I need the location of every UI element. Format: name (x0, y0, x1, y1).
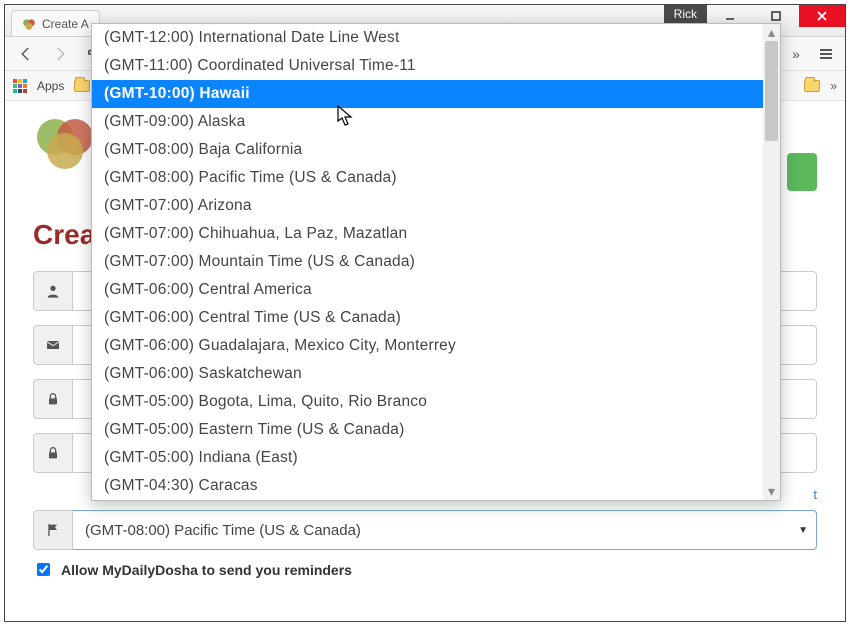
scroll-down-icon[interactable]: ▾ (763, 483, 780, 500)
bookmarks-overflow-icon[interactable]: » (830, 79, 837, 93)
timezone-option[interactable]: (GMT-07:00) Mountain Time (US & Canada) (92, 248, 763, 276)
timezone-selected-value: (GMT-08:00) Pacific Time (US & Canada) (85, 522, 361, 539)
flag-icon (33, 510, 73, 550)
dropdown-scrollbar[interactable]: ▴ ▾ (763, 24, 780, 500)
reminder-checkbox-row: Allow MyDailyDosha to send you reminders (33, 560, 817, 579)
timezone-option[interactable]: (GMT-07:00) Arizona (92, 192, 763, 220)
timezone-option[interactable]: (GMT-06:00) Central America (92, 276, 763, 304)
reminder-checkbox[interactable] (37, 563, 50, 576)
browser-menu-button[interactable] (815, 43, 837, 65)
timezone-option[interactable]: (GMT-06:00) Guadalajara, Mexico City, Mo… (92, 332, 763, 360)
timezone-option[interactable]: (GMT-11:00) Coordinated Universal Time-1… (92, 52, 763, 80)
scroll-up-icon[interactable]: ▴ (763, 24, 780, 41)
browser-tab[interactable]: Create A (11, 10, 100, 36)
person-icon (33, 271, 73, 311)
timezone-field-row: (GMT-08:00) Pacific Time (US & Canada) ▼ (33, 510, 817, 550)
user-badge[interactable]: Rick (664, 5, 707, 25)
timezone-option[interactable]: (GMT-06:00) Central Time (US & Canada) (92, 304, 763, 332)
lock-icon (33, 379, 73, 419)
lock-icon (33, 433, 73, 473)
browser-window: Create A Rick A » (4, 4, 846, 622)
forward-button[interactable] (47, 41, 73, 67)
bookmark-folder-icon[interactable] (804, 80, 820, 92)
timezone-option[interactable]: (GMT-05:00) Indiana (East) (92, 444, 763, 472)
scroll-track[interactable] (763, 41, 780, 483)
timezone-option[interactable]: (GMT-07:00) Chihuahua, La Paz, Mazatlan (92, 220, 763, 248)
timezone-select[interactable]: (GMT-08:00) Pacific Time (US & Canada) ▼ (73, 510, 817, 550)
timezone-dropdown[interactable]: (GMT-12:00) International Date Line West… (91, 23, 781, 501)
apps-icon[interactable] (13, 79, 27, 93)
timezone-option[interactable]: (GMT-05:00) Bogota, Lima, Quito, Rio Bra… (92, 388, 763, 416)
extensions-overflow-icon[interactable]: » (785, 43, 807, 65)
timezone-option[interactable]: (GMT-04:30) Caracas (92, 472, 763, 500)
close-button[interactable] (799, 5, 845, 27)
scroll-thumb[interactable] (765, 41, 778, 141)
envelope-icon (33, 325, 73, 365)
timezone-option[interactable]: (GMT-06:00) Saskatchewan (92, 360, 763, 388)
tab-title: Create A (42, 17, 89, 31)
favicon-icon (22, 17, 36, 31)
timezone-option[interactable]: (GMT-08:00) Baja California (92, 136, 763, 164)
back-button[interactable] (13, 41, 39, 67)
bookmark-folder-icon[interactable] (74, 80, 90, 92)
primary-action-button[interactable] (787, 153, 817, 191)
reminder-label: Allow MyDailyDosha to send you reminders (61, 562, 352, 578)
apps-label[interactable]: Apps (37, 79, 64, 93)
timezone-option[interactable]: (GMT-08:00) Pacific Time (US & Canada) (92, 164, 763, 192)
timezone-option[interactable]: (GMT-05:00) Eastern Time (US & Canada) (92, 416, 763, 444)
timezone-option[interactable]: (GMT-09:00) Alaska (92, 108, 763, 136)
timezone-option[interactable]: (GMT-10:00) Hawaii (92, 80, 763, 108)
timezone-option-list: (GMT-12:00) International Date Line West… (92, 24, 763, 500)
site-logo-icon (33, 109, 97, 173)
timezone-option[interactable]: (GMT-12:00) International Date Line West (92, 24, 763, 52)
chevron-down-icon: ▼ (798, 525, 808, 536)
